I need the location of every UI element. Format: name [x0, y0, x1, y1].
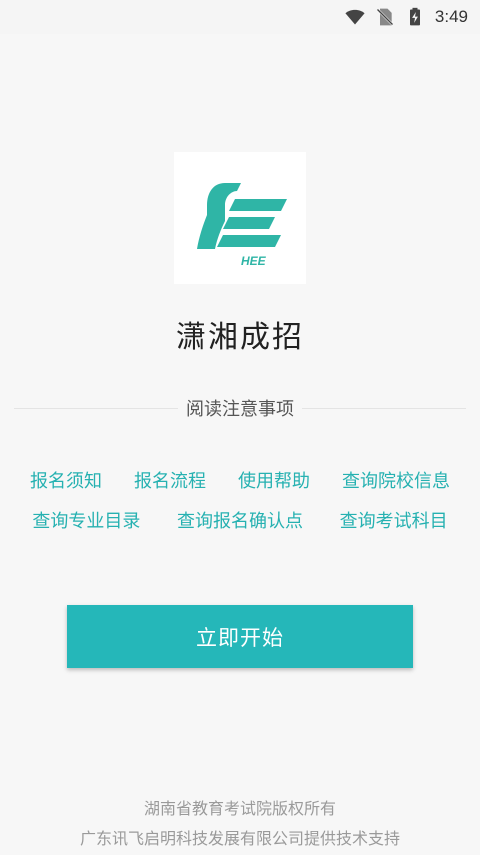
wifi-icon — [345, 9, 365, 25]
notice-links-row-2: 查询专业目录 查询报名确认点 查询考试科目 — [0, 507, 480, 533]
battery-charging-icon — [409, 7, 420, 26]
link-query-school-info[interactable]: 查询院校信息 — [342, 467, 450, 493]
no-sim-icon — [376, 8, 394, 26]
link-query-confirmation-point[interactable]: 查询报名确认点 — [177, 507, 303, 533]
link-registration-notice[interactable]: 报名须知 — [30, 467, 102, 493]
notice-divider: 阅读注意事项 — [14, 394, 466, 422]
link-query-exam-subjects[interactable]: 查询考试科目 — [340, 507, 448, 533]
clock: 3:49 — [434, 7, 468, 26]
footer-tech-support: 广东讯飞启明科技发展有限公司提供技术支持 — [79, 829, 400, 848]
link-registration-process[interactable]: 报名流程 — [134, 467, 206, 493]
notice-heading: 阅读注意事项 — [178, 395, 302, 421]
hee-logo-icon: HEE — [197, 183, 287, 268]
svg-text:HEE: HEE — [241, 254, 267, 268]
notice-links-row-1: 报名须知 报名流程 使用帮助 查询院校信息 — [0, 467, 480, 493]
app-title: 潇湘成招 — [176, 320, 304, 355]
divider-line-right — [302, 407, 466, 409]
link-usage-help[interactable]: 使用帮助 — [238, 467, 310, 493]
app-screen: 3:49 HEE 潇湘成招 阅读注意事项 报名须知 报名流程 使用帮助 查询院校… — [0, 0, 480, 855]
footer-copyright: 湖南省教育考试院版权所有 — [143, 799, 336, 818]
start-now-button[interactable]: 立即开始 — [67, 605, 413, 668]
app-logo: HEE — [174, 152, 306, 284]
status-bar: 3:49 — [0, 0, 480, 34]
divider-line-left — [14, 407, 178, 409]
link-query-major-catalog[interactable]: 查询专业目录 — [32, 507, 140, 533]
